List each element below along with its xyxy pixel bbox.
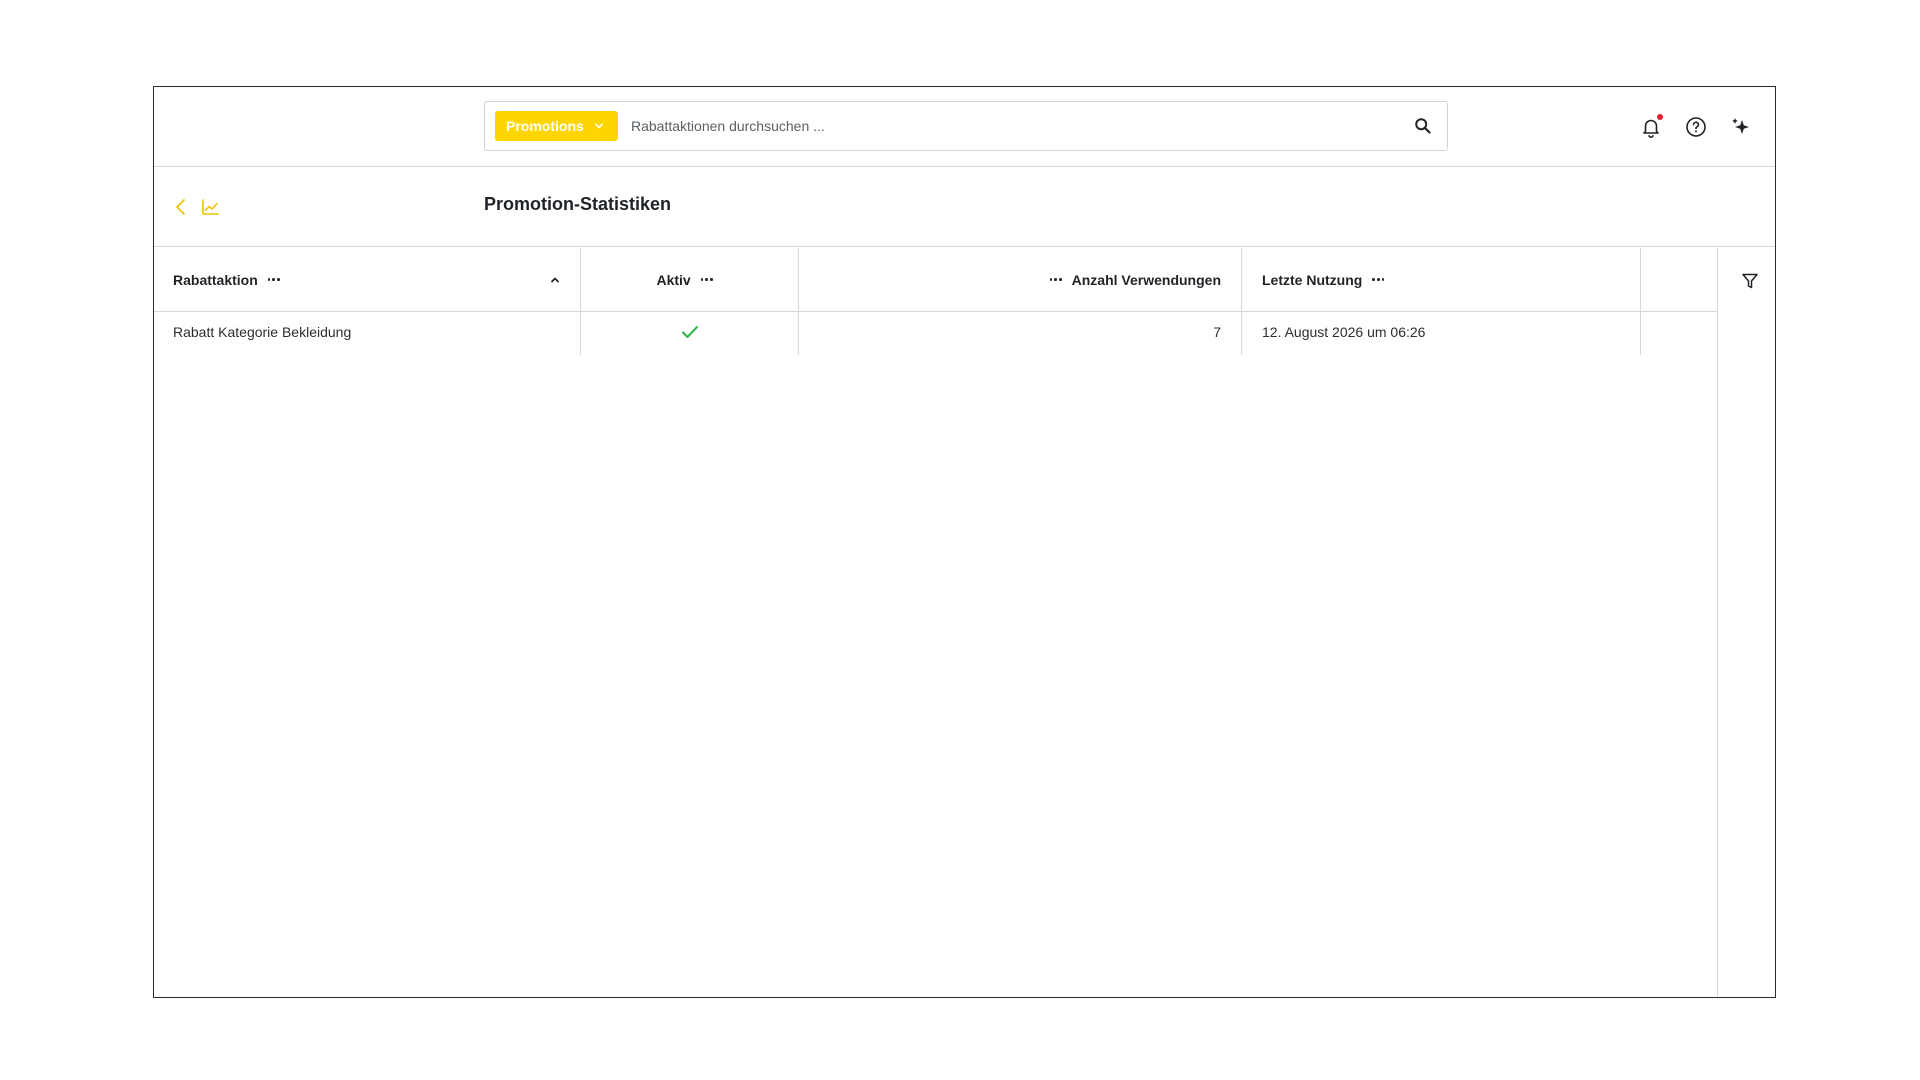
column-menu-icon[interactable] <box>267 278 280 281</box>
cell-letzte-nutzung: 12. August 2026 um 06:26 <box>1242 312 1641 355</box>
top-bar: Promotions <box>154 87 1775 167</box>
column-menu-icon[interactable] <box>1049 278 1062 281</box>
page-title: Promotion-Statistiken <box>484 194 672 214</box>
column-label: Rabattaktion <box>173 271 258 288</box>
page-header: Promotion-Statistiken <box>154 167 1775 247</box>
column-label: Aktiv <box>656 271 691 288</box>
cell-text: 7 <box>1213 323 1221 340</box>
sparkles-icon <box>1732 118 1749 134</box>
data-grid: Rabattaktion Aktiv Anzahl Verwendungen L… <box>154 248 1717 997</box>
column-label: Anzahl Verwendungen <box>1071 271 1221 288</box>
notifications-button[interactable] <box>1639 114 1663 139</box>
global-search: Promotions <box>484 101 1448 151</box>
ai-assistant-button[interactable] <box>1729 115 1753 139</box>
grid-sidebar <box>1717 248 1775 997</box>
app-window: Promotions Rabattaktionen durchsuchen ..… <box>153 86 1776 998</box>
column-menu-icon[interactable] <box>700 278 713 281</box>
help-circle-icon <box>1686 117 1706 137</box>
cell-rabattaktion: Rabatt Kategorie Bekleidung <box>154 312 581 355</box>
column-header-rabattaktion[interactable]: Rabattaktion <box>154 248 581 311</box>
filter-icon[interactable] <box>1740 271 1760 291</box>
notification-badge <box>1657 114 1663 120</box>
search-icon[interactable] <box>1413 116 1433 136</box>
module-select[interactable]: Promotions <box>495 111 618 141</box>
module-select-label: Promotions <box>506 118 584 134</box>
cell-aktiv <box>581 312 799 355</box>
chevron-up-icon[interactable] <box>550 275 560 285</box>
column-menu-icon[interactable] <box>1372 278 1385 281</box>
line-chart-icon[interactable] <box>200 197 220 217</box>
table-row[interactable]: Rabatt Kategorie Bekleidung 7 12. August… <box>154 312 1717 355</box>
column-label: Letzte Nutzung <box>1262 271 1363 288</box>
table-header-row: Rabattaktion Aktiv Anzahl Verwendungen L… <box>154 248 1717 312</box>
chevron-down-icon <box>594 123 603 129</box>
search-input[interactable] <box>631 110 1391 142</box>
column-header-anzahl-verwendungen[interactable]: Anzahl Verwendungen <box>799 248 1242 311</box>
cell-text: Rabatt Kategorie Bekleidung <box>173 323 352 340</box>
check-icon <box>681 325 698 338</box>
column-header-letzte-nutzung[interactable]: Letzte Nutzung <box>1242 248 1641 311</box>
cell-anzahl-verwendungen: 7 <box>799 312 1242 355</box>
cell-text: 12. August 2026 um 06:26 <box>1262 323 1426 340</box>
chevron-left-icon[interactable] <box>172 197 190 217</box>
help-button[interactable] <box>1684 115 1708 139</box>
column-header-aktiv[interactable]: Aktiv <box>581 248 799 311</box>
